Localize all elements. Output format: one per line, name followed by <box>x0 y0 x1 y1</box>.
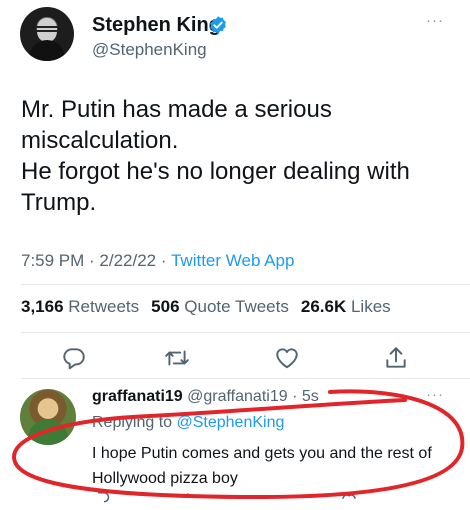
retweet-icon[interactable] <box>164 345 190 371</box>
share-icon[interactable] <box>383 345 409 371</box>
replying-to: Replying to @StephenKing <box>92 414 284 432</box>
like-icon[interactable] <box>274 345 300 371</box>
tweet-line: miscalculation. <box>21 127 179 154</box>
reply-icon[interactable] <box>61 345 87 371</box>
more-icon[interactable]: ··· <box>426 12 444 29</box>
quotes-stat[interactable]: 506 Quote Tweets <box>151 297 289 316</box>
author-handle[interactable]: @StephenKing <box>92 40 207 60</box>
tweet-source[interactable]: Twitter Web App <box>171 251 294 270</box>
reply-text: I hope Putin comes and gets you and the … <box>92 445 432 487</box>
tweet-metadata: 7:59 PM · 2/22/22 · Twitter Web App <box>21 251 294 271</box>
tweet-line: Trump. <box>21 189 97 216</box>
divider <box>21 378 470 379</box>
tweet-date[interactable]: 2/22/22 <box>99 251 156 270</box>
reply-avatar[interactable] <box>20 389 76 445</box>
divider <box>21 284 470 285</box>
reply-icon[interactable] <box>92 491 110 505</box>
retweets-stat[interactable]: 3,166 Retweets <box>21 297 139 316</box>
like-icon[interactable] <box>340 491 358 505</box>
tweet-text: Mr. Putin has made a serious miscalculat… <box>21 94 451 218</box>
meta-separator: · <box>84 251 100 270</box>
replying-prefix: Replying to <box>92 414 177 431</box>
tweet-line: Mr. Putin has made a serious <box>21 96 332 123</box>
quotes-label: Quote Tweets <box>184 297 289 316</box>
likes-count: 26.6K <box>300 297 347 316</box>
likes-stat[interactable]: 26.6K Likes <box>301 297 391 316</box>
tweet-stats: 3,166 Retweets 506 Quote Tweets 26.6K Like… <box>21 297 391 317</box>
divider <box>21 332 470 333</box>
reply-author-name: graffanati19 <box>92 388 183 405</box>
reply-author-handle: @graffanati19 <box>187 388 288 405</box>
reply-author[interactable]: graffanati19 @graffanati19 · 5s <box>92 388 319 406</box>
quotes-count: 506 <box>151 297 180 316</box>
replying-mention[interactable]: @StephenKing <box>177 414 285 431</box>
author-name[interactable]: Stephen King <box>92 14 221 37</box>
retweets-count: 3,166 <box>21 297 64 316</box>
verified-badge-icon <box>208 15 228 35</box>
more-icon[interactable]: ··· <box>426 386 444 403</box>
meta-separator: · <box>156 251 171 270</box>
retweet-icon[interactable] <box>176 491 194 505</box>
likes-label: Likes <box>350 297 391 316</box>
author-avatar[interactable] <box>20 7 74 61</box>
tweet-time[interactable]: 7:59 PM <box>21 251 84 270</box>
reply-age: · 5s <box>292 388 319 405</box>
retweets-label: Retweets <box>68 297 140 316</box>
tweet-line: He forgot he's no longer dealing with <box>21 158 410 185</box>
